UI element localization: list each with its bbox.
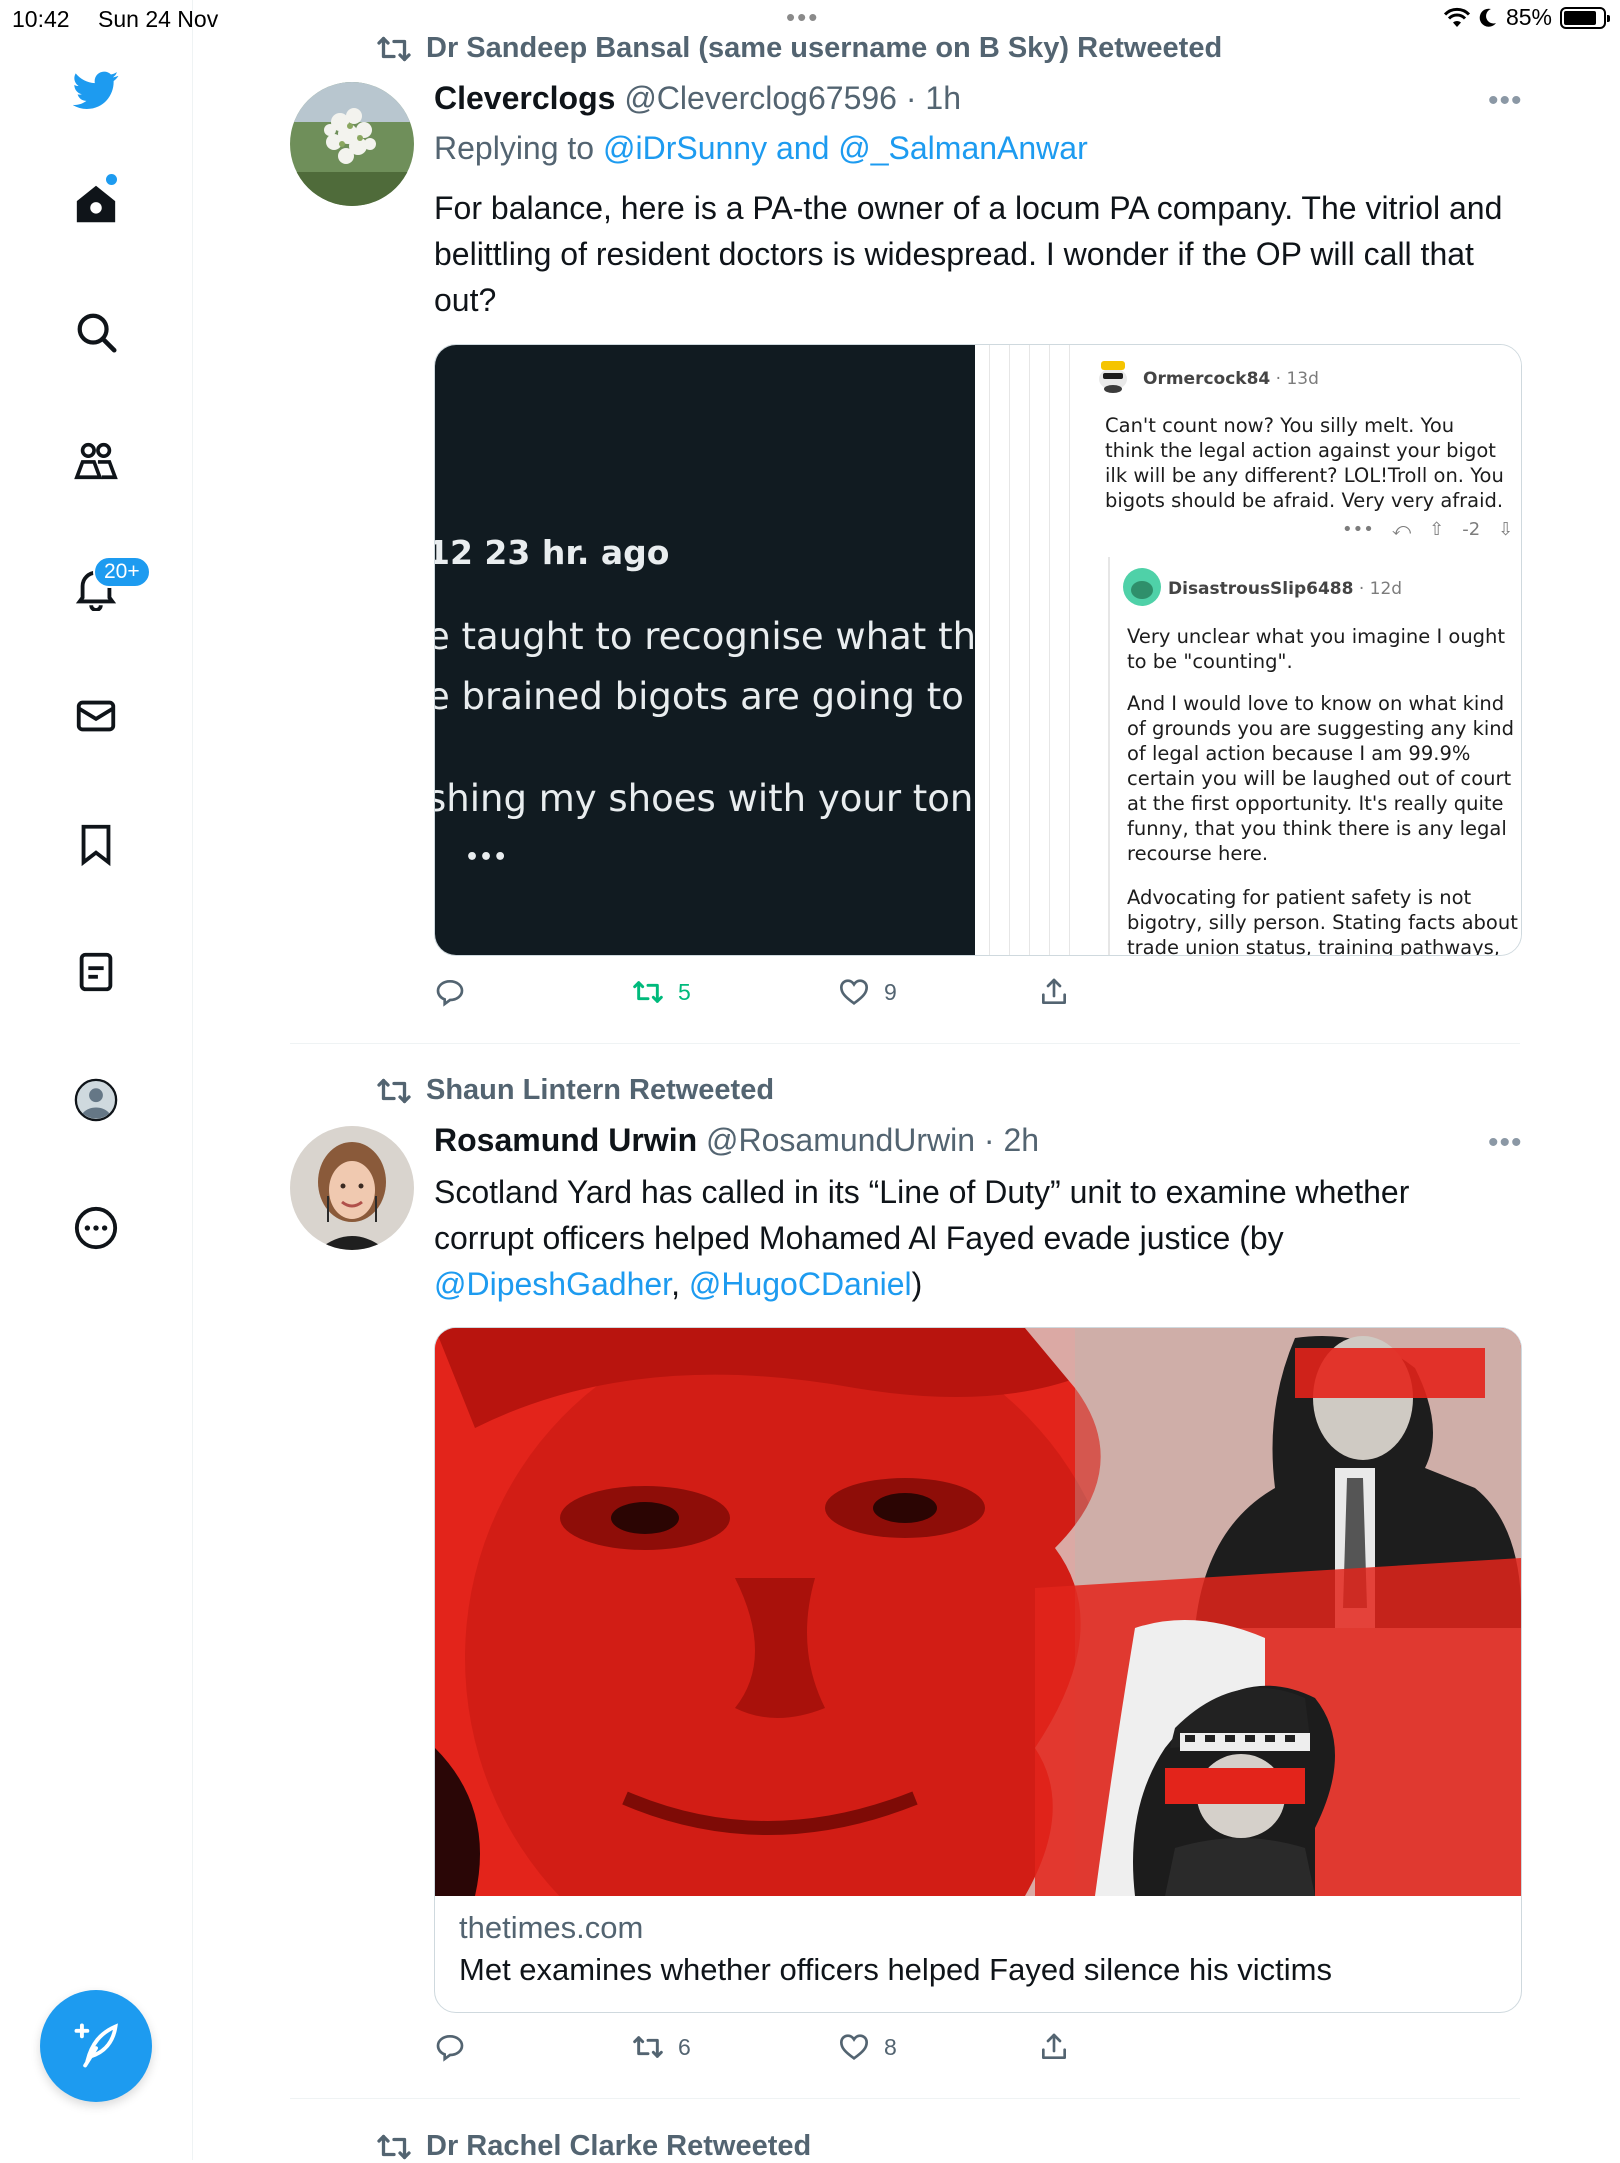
thread-lines — [975, 345, 1080, 955]
comment2-paragraph-1: Very unclear what you imagine I ought to… — [1127, 625, 1506, 673]
wifi-icon — [1443, 7, 1470, 27]
link-card-image — [435, 1328, 1521, 1896]
dark-line-1: e taught to recognise what they — [435, 615, 975, 658]
battery-percent: 85% — [1505, 4, 1552, 30]
retweet-icon — [377, 1078, 411, 1103]
tweet2-mention-2[interactable]: @HugoCDaniel — [689, 1266, 912, 1302]
comment1-actions: ••• ⤺ ⇧ -2 ⇩ — [1342, 519, 1514, 540]
tweet-divider — [290, 2098, 1520, 2099]
comment1-text: Can't count now? You silly melt. You thi… — [1105, 414, 1504, 512]
dark-line-2: e brained bigots are going to pa — [435, 675, 975, 718]
like-icon — [839, 2034, 869, 2060]
link-card-domain: thetimes.com — [459, 1910, 644, 1945]
tweet1-handle[interactable]: @Cleverclog67596 · 1h — [624, 80, 961, 116]
messages-icon[interactable] — [66, 686, 126, 746]
retweet-icon — [633, 2036, 663, 2058]
tweet1-reply-mentions[interactable]: @iDrSunny and @_SalmanAnwar — [603, 130, 1088, 166]
home-unread-dot — [106, 174, 117, 185]
tweet1-reply-context: Replying to @iDrSunny and @_SalmanAnwar — [434, 130, 1088, 166]
retweet-icon — [377, 2134, 411, 2159]
communities-icon[interactable] — [66, 430, 126, 490]
tweet2-mention-1[interactable]: @DipeshGadher — [434, 1266, 671, 1302]
tweet1-retweet-button[interactable]: 5 — [632, 976, 691, 1008]
retweet-icon — [633, 981, 663, 1003]
comment1-upvote-icon: ⇧ — [1429, 519, 1445, 540]
profile-icon[interactable] — [66, 1070, 126, 1130]
retweet-icon — [377, 36, 411, 61]
battery-icon — [1560, 6, 1610, 29]
tweet2-actions: 6 8 — [434, 2031, 1134, 2071]
tweet2-text: Scotland Yard has called in its “Line of… — [434, 1174, 1410, 1302]
comment1-downvote-icon: ⇩ — [1498, 519, 1514, 540]
dark-line-3: shing my shoes with your tongu — [435, 777, 975, 820]
comment2-age: · 12d — [1358, 579, 1403, 599]
comment2-paragraph-2: And I would love to know on what kind of… — [1127, 692, 1515, 865]
comment2-user: DisastrousSlip6488 — [1168, 579, 1354, 599]
multitasking-dots-icon[interactable]: ••• — [786, 2, 819, 33]
tweet1-actions: 5 9 — [434, 976, 1134, 1016]
tweet2-avatar[interactable] — [290, 1126, 414, 1250]
tweet1-header: Cleverclogs @Cleverclog67596 · 1h — [434, 80, 961, 117]
link-card-title: Met examines whether officers helped Fay… — [459, 1952, 1332, 1987]
tweet1-media[interactable]: 12 23 hr. ago e taught to recognise what… — [434, 344, 1522, 956]
reddit-comments: Ormercock84 · 13d Can't count now? You s… — [1080, 345, 1521, 955]
tweet1-avatar[interactable] — [290, 82, 414, 206]
home-icon[interactable] — [66, 174, 126, 234]
battery-level — [1564, 10, 1596, 25]
dark-screenshot: 12 23 hr. ago e taught to recognise what… — [435, 345, 975, 955]
share-icon — [1042, 978, 1066, 1004]
tweet1-retweeted-by: Dr Sandeep Bansal (same username on B Sk… — [426, 32, 1223, 64]
snoo-avatar-2-icon — [1122, 567, 1162, 607]
tweet1-like-button[interactable]: 9 — [838, 976, 897, 1008]
dark-more: ••• — [465, 845, 508, 870]
tweet2-retweet-count: 6 — [678, 2033, 691, 2060]
dark-screenshot-header: 12 23 hr. ago — [435, 533, 670, 572]
moon-icon — [1479, 8, 1496, 27]
compose-tweet-button[interactable] — [40, 1990, 152, 2102]
tweet2-header: Rosamund Urwin @RosamundUrwin · 2h — [434, 1122, 1039, 1159]
twitter-logo-icon[interactable] — [66, 60, 126, 120]
more-icon[interactable] — [66, 1198, 126, 1258]
tweet3-retweeted-by: Dr Rachel Clarke Retweeted — [426, 2130, 812, 2162]
tweet2-like-button[interactable]: 8 — [838, 2031, 897, 2063]
bookmarks-icon[interactable] — [66, 814, 126, 874]
tweet2-like-count: 8 — [884, 2033, 897, 2060]
tweet1-author-name[interactable]: Cleverclogs — [434, 80, 615, 116]
comment1-score: -2 — [1462, 519, 1481, 540]
comment2-paragraph-3: Advocating for patient safety is not big… — [1127, 886, 1518, 956]
compose-icon — [74, 2023, 118, 2068]
snoo-avatar-icon — [1092, 353, 1134, 395]
sidebar-nav: 20+ — [0, 0, 193, 2160]
tweet2-link-card[interactable]: thetimes.com Met examines whether office… — [434, 1327, 1522, 2013]
tweet1-retweet-count: 5 — [678, 978, 691, 1005]
comment1-user: Ormercock84 — [1143, 369, 1271, 389]
reply-icon — [436, 979, 464, 1007]
comment1-age: · 13d — [1275, 369, 1319, 389]
tweet2-author-name[interactable]: Rosamund Urwin — [434, 1122, 697, 1158]
tweet1-retweet-context[interactable]: Dr Sandeep Bansal (same username on B Sk… — [376, 32, 1222, 65]
tweet1-share-button[interactable] — [1038, 976, 1070, 1008]
tweet2-share-button[interactable] — [1038, 2031, 1070, 2063]
search-icon[interactable] — [66, 302, 126, 362]
like-icon — [839, 979, 869, 1005]
tweet1-reply-button[interactable] — [434, 976, 466, 1008]
share-icon — [1042, 2033, 1066, 2059]
tweet3-retweet-context[interactable]: Dr Rachel Clarke Retweeted — [376, 2130, 811, 2163]
tweet2-more-icon[interactable]: ••• — [1488, 1126, 1523, 1160]
tweet1-text: For balance, here is a PA-the owner of a… — [434, 190, 1503, 318]
tweet2-handle[interactable]: @RosamundUrwin · 2h — [706, 1122, 1039, 1158]
status-right: 85% — [1443, 4, 1610, 31]
tweet2-retweeted-by: Shaun Lintern Retweeted — [426, 1074, 775, 1106]
tweet2-reply-button[interactable] — [434, 2031, 466, 2063]
tweet2-retweet-context[interactable]: Shaun Lintern Retweeted — [376, 1074, 774, 1107]
tweet1-more-icon[interactable]: ••• — [1488, 84, 1523, 118]
comment1-reply-icon: ⤺ — [1391, 519, 1412, 540]
lists-icon[interactable] — [66, 942, 126, 1002]
tweet1-like-count: 9 — [884, 978, 897, 1005]
reply-icon — [436, 2034, 464, 2062]
notifications-badge: 20+ — [93, 556, 151, 588]
tweet2-retweet-button[interactable]: 6 — [632, 2031, 691, 2063]
tweet-divider — [290, 1043, 1520, 1044]
